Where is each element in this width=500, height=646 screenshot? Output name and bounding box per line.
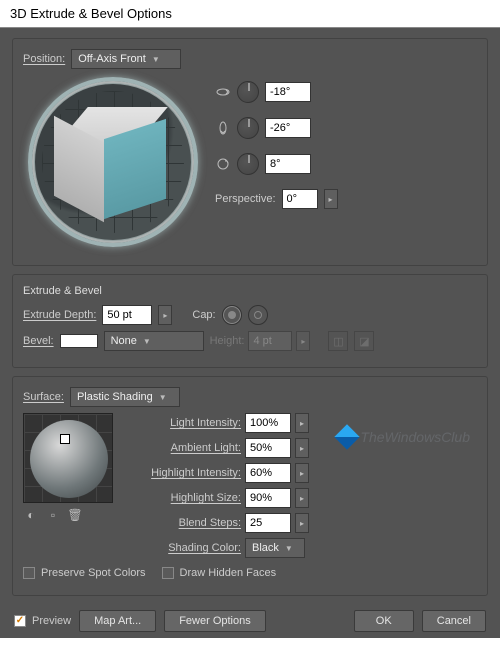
- checkbox-checked-icon: [14, 615, 26, 627]
- dialog-title: 3D Extrude & Bevel Options: [0, 0, 500, 28]
- shading-color-value: Black: [252, 542, 279, 554]
- position-label: Position:: [23, 53, 65, 65]
- light-back-icon[interactable]: ◐: [23, 507, 39, 523]
- bevel-value: None: [111, 335, 137, 347]
- ambient-light-label: Ambient Light:: [123, 442, 241, 454]
- position-panel: Position: Off-Axis Front ▼: [12, 38, 488, 266]
- checkbox-icon: [162, 567, 174, 579]
- highlight-intensity-label: Highlight Intensity:: [123, 467, 241, 479]
- preserve-spot-label: Preserve Spot Colors: [41, 567, 146, 579]
- bevel-height-label: Height:: [210, 335, 245, 347]
- chevron-down-icon: ▼: [143, 337, 151, 346]
- bevel-extent-in-button: ◫: [328, 331, 348, 351]
- preserve-spot-colors-checkbox[interactable]: Preserve Spot Colors: [23, 567, 146, 579]
- chevron-down-icon: ▼: [152, 55, 160, 64]
- checkbox-icon: [23, 567, 35, 579]
- rotate-z-icon: [215, 156, 231, 172]
- extrude-depth-stepper[interactable]: ▸: [158, 305, 172, 325]
- surface-label: Surface:: [23, 391, 64, 403]
- highlight-size-stepper[interactable]: ▸: [295, 488, 309, 508]
- position-value: Off-Axis Front: [78, 53, 146, 65]
- highlight-size-label: Highlight Size:: [123, 492, 241, 504]
- cap-off-button[interactable]: [248, 305, 268, 325]
- preview-label: Preview: [32, 615, 71, 627]
- shading-color-dropdown[interactable]: Black ▼: [245, 538, 305, 558]
- fewer-options-button[interactable]: Fewer Options: [164, 610, 266, 632]
- rotate-y-dial[interactable]: [237, 117, 259, 139]
- extrude-bevel-panel: Extrude & Bevel Extrude Depth: ▸ Cap: Be…: [12, 274, 488, 368]
- light-intensity-stepper[interactable]: ▸: [295, 413, 309, 433]
- rotate-y-input[interactable]: [265, 118, 311, 138]
- ok-button[interactable]: OK: [354, 610, 414, 632]
- bevel-height-input: [248, 331, 292, 351]
- highlight-size-input[interactable]: [245, 488, 291, 508]
- highlight-intensity-stepper[interactable]: ▸: [295, 463, 309, 483]
- surface-value: Plastic Shading: [77, 391, 153, 403]
- surface-dropdown[interactable]: Plastic Shading ▼: [70, 387, 180, 407]
- ambient-light-input[interactable]: [245, 438, 291, 458]
- bevel-label: Bevel:: [23, 335, 54, 347]
- blend-steps-input[interactable]: [245, 513, 291, 533]
- perspective-input[interactable]: [282, 189, 318, 209]
- delete-light-icon[interactable]: 🗑: [67, 507, 83, 523]
- blend-steps-label: Blend Steps:: [123, 517, 241, 529]
- extrude-depth-input[interactable]: [102, 305, 152, 325]
- cap-label: Cap:: [192, 309, 215, 321]
- dialog-3d-extrude-bevel: 3D Extrude & Bevel Options Position: Off…: [0, 0, 500, 638]
- bevel-dropdown[interactable]: None ▼: [104, 331, 204, 351]
- blend-steps-stepper[interactable]: ▸: [295, 513, 309, 533]
- rotate-x-dial[interactable]: [237, 81, 259, 103]
- preview-checkbox[interactable]: Preview: [14, 615, 71, 627]
- light-intensity-label: Light Intensity:: [123, 417, 241, 429]
- extrude-depth-label: Extrude Depth:: [23, 309, 96, 321]
- ambient-light-stepper[interactable]: ▸: [295, 438, 309, 458]
- map-art-button[interactable]: Map Art...: [79, 610, 156, 632]
- rotate-y-icon: [215, 120, 231, 136]
- surface-panel: Surface: Plastic Shading ▼ ◐ ▫ 🗑: [12, 376, 488, 596]
- extrude-section-title: Extrude & Bevel: [23, 285, 477, 297]
- perspective-label: Perspective:: [215, 193, 276, 205]
- rotate-z-input[interactable]: [265, 154, 311, 174]
- bevel-extent-out-button: ◪: [354, 331, 374, 351]
- cancel-button[interactable]: Cancel: [422, 610, 486, 632]
- perspective-stepper[interactable]: ▸: [324, 189, 338, 209]
- draw-hidden-faces-checkbox[interactable]: Draw Hidden Faces: [162, 567, 277, 579]
- highlight-intensity-input[interactable]: [245, 463, 291, 483]
- bevel-height-stepper: ▸: [296, 331, 310, 351]
- chevron-down-icon: ▼: [159, 393, 167, 402]
- position-dropdown[interactable]: Off-Axis Front ▼: [71, 49, 181, 69]
- cap-on-button[interactable]: [222, 305, 242, 325]
- light-sphere-control[interactable]: [23, 413, 113, 503]
- light-intensity-input[interactable]: [245, 413, 291, 433]
- chevron-down-icon: ▼: [285, 544, 293, 553]
- draw-hidden-label: Draw Hidden Faces: [180, 567, 277, 579]
- rotate-x-icon: [215, 84, 231, 100]
- rotate-z-dial[interactable]: [237, 153, 259, 175]
- new-light-icon[interactable]: ▫: [45, 507, 61, 523]
- bevel-swatch: [60, 334, 98, 348]
- shading-color-label: Shading Color:: [123, 542, 241, 554]
- rotate-x-input[interactable]: [265, 82, 311, 102]
- dialog-footer: Preview Map Art... Fewer Options OK Canc…: [12, 604, 488, 638]
- rotation-preview[interactable]: [23, 75, 203, 255]
